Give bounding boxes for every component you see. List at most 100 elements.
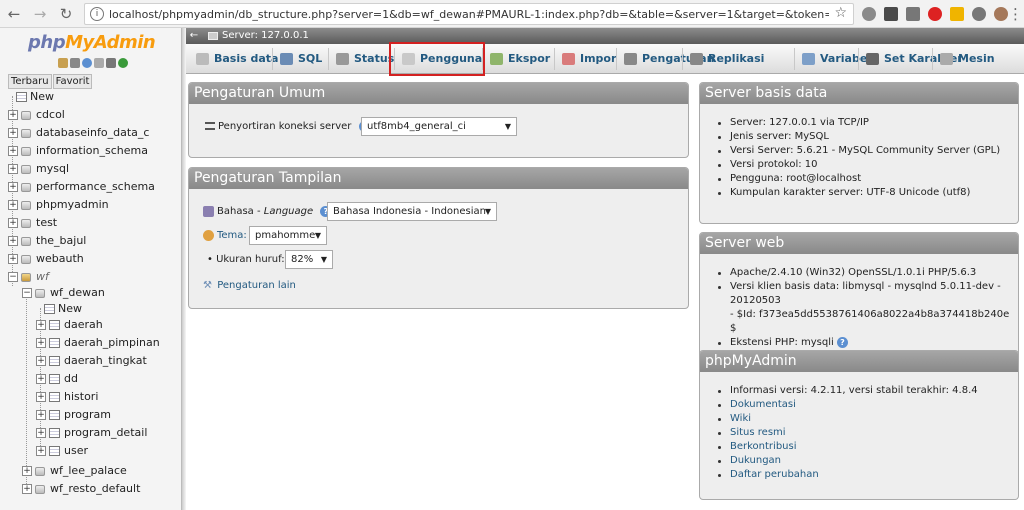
expand-icon[interactable]: + [8, 128, 18, 138]
tree-database-item[interactable]: + databaseinfo_data_c [0, 124, 181, 142]
pma-link[interactable]: Daftar perubahan [714, 468, 978, 482]
expand-icon[interactable]: + [36, 392, 46, 402]
tree-item-label[interactable]: cdcol [36, 106, 65, 124]
url-text[interactable]: localhost/phpmyadmin/db_structure.php?se… [109, 8, 829, 21]
tree-table-item[interactable]: + dd [0, 370, 181, 388]
tree-item-label[interactable]: daerah_tingkat [64, 352, 147, 370]
theme-link[interactable]: Tema: [217, 230, 247, 241]
back-icon[interactable]: ← [4, 4, 24, 24]
server-label[interactable]: Server: 127.0.0.1 [222, 28, 309, 44]
tree-table-item[interactable]: + daerah_tingkat [0, 352, 181, 370]
expand-icon[interactable]: + [36, 320, 46, 330]
home-icon[interactable] [58, 58, 68, 68]
tree-item-label[interactable]: the_bajul [36, 232, 86, 250]
tree-database-item[interactable]: + information_schema [0, 142, 181, 160]
more-settings-link[interactable]: Pengaturan lain [217, 280, 296, 291]
reload-icon[interactable]: ↻ [56, 4, 76, 24]
tree-new-item[interactable]: New [0, 88, 181, 106]
tree-item-label[interactable]: phpmyadmin [36, 196, 109, 214]
adblock-icon[interactable] [928, 7, 942, 21]
tree-database-item[interactable]: + mysql [0, 160, 181, 178]
extension-icon[interactable] [950, 7, 964, 21]
tree-item-label[interactable]: dd [64, 370, 78, 388]
expand-icon[interactable]: + [8, 164, 18, 174]
forward-icon[interactable]: → [30, 4, 50, 24]
collapse-arrow-icon[interactable]: ← [188, 28, 200, 44]
pma-link[interactable]: Situs resmi [714, 426, 978, 440]
tree-table-item[interactable]: + program_detail [0, 424, 181, 442]
tree-table-item[interactable]: + daerah [0, 316, 181, 334]
tree-item-label[interactable]: daerah_pimpinan [64, 334, 160, 352]
tree-database-item[interactable]: + performance_schema [0, 178, 181, 196]
tree-item-label[interactable]: test [36, 214, 57, 232]
help-icon[interactable] [82, 58, 92, 68]
expand-icon[interactable]: + [8, 236, 18, 246]
tree-database-item[interactable]: + webauth [0, 250, 181, 268]
tree-item-label[interactable]: New [30, 88, 54, 106]
extension-icon[interactable] [972, 7, 986, 21]
help-icon[interactable]: ? [837, 336, 848, 348]
collapse-icon[interactable]: − [8, 272, 18, 282]
tree-database-item[interactable]: + wf_lee_palace [0, 462, 181, 480]
address-bar[interactable]: i localhost/phpmyadmin/db_structure.php?… [84, 3, 854, 25]
tree-item-label[interactable]: daerah [64, 316, 103, 334]
collation-select[interactable]: utf8mb4_general_ci ▼ [361, 117, 517, 136]
logout-icon[interactable] [70, 58, 80, 68]
tab-recent[interactable]: Terbaru [8, 74, 52, 89]
expand-icon[interactable]: + [36, 446, 46, 456]
pma-link[interactable]: Berkontribusi [714, 440, 978, 454]
info-icon[interactable]: i [90, 7, 104, 21]
profile-avatar[interactable] [994, 7, 1008, 21]
tree-item-label[interactable]: user [64, 442, 88, 460]
tree-item-label[interactable]: program_detail [64, 424, 147, 442]
language-select[interactable]: Bahasa Indonesia - Indonesian ▼ [327, 202, 497, 221]
expand-icon[interactable]: + [36, 428, 46, 438]
tree-table-item[interactable]: + user [0, 442, 181, 460]
tree-database-item[interactable]: + wf_resto_default [0, 480, 181, 498]
tree-item-label[interactable]: databaseinfo_data_c [36, 124, 149, 142]
extension-icon[interactable] [884, 7, 898, 21]
expand-icon[interactable]: + [8, 110, 18, 120]
expand-icon[interactable]: + [8, 182, 18, 192]
tree-database-item[interactable]: + test [0, 214, 181, 232]
tree-table-item[interactable]: + histori [0, 388, 181, 406]
tree-item-label[interactable]: program [64, 406, 111, 424]
theme-select[interactable]: pmahomme ▼ [249, 226, 327, 245]
expand-icon[interactable]: + [8, 200, 18, 210]
tree-item-label[interactable]: information_schema [36, 142, 148, 160]
settings-icon[interactable] [106, 58, 116, 68]
pma-link[interactable]: Wiki [714, 412, 978, 426]
expand-icon[interactable]: + [36, 410, 46, 420]
tree-item-label[interactable]: wf_resto_default [50, 480, 140, 498]
docs-icon[interactable] [94, 58, 104, 68]
tree-item-label[interactable]: webauth [36, 250, 84, 268]
expand-icon[interactable]: + [8, 254, 18, 264]
tree-item-label[interactable]: histori [64, 388, 98, 406]
collapse-icon[interactable]: − [22, 288, 32, 298]
expand-icon[interactable]: + [8, 146, 18, 156]
tree-database-item[interactable]: + the_bajul [0, 232, 181, 250]
expand-icon[interactable]: + [36, 338, 46, 348]
tree-table-item[interactable]: + program [0, 406, 181, 424]
tree-table-item[interactable]: + daerah_pimpinan [0, 334, 181, 352]
tab-favorites[interactable]: Favorit [52, 74, 93, 89]
phpmyadmin-logo[interactable]: phpMyAdmin [28, 32, 156, 53]
expand-icon[interactable]: + [8, 218, 18, 228]
pma-link[interactable]: Dokumentasi [714, 398, 978, 412]
tree-item-label[interactable]: performance_schema [36, 178, 155, 196]
refresh-icon[interactable] [118, 58, 128, 68]
tree-database-item[interactable]: + cdcol [0, 106, 181, 124]
tree-item-label[interactable]: mysql [36, 160, 69, 178]
bookmark-star-icon[interactable]: ☆ [834, 5, 847, 21]
expand-icon[interactable]: + [36, 374, 46, 384]
pma-link[interactable]: Dukungan [714, 454, 978, 468]
extension-icon[interactable] [862, 7, 876, 21]
expand-icon[interactable]: + [22, 484, 32, 494]
tree-database-item[interactable]: + phpmyadmin [0, 196, 181, 214]
tree-item-label[interactable]: wf_lee_palace [50, 462, 127, 480]
extension-icon[interactable] [906, 7, 920, 21]
fontsize-select[interactable]: 82% ▼ [285, 250, 333, 269]
menu-icon[interactable]: ⋮ [1008, 4, 1023, 24]
expand-icon[interactable]: + [22, 466, 32, 476]
expand-icon[interactable]: + [36, 356, 46, 366]
